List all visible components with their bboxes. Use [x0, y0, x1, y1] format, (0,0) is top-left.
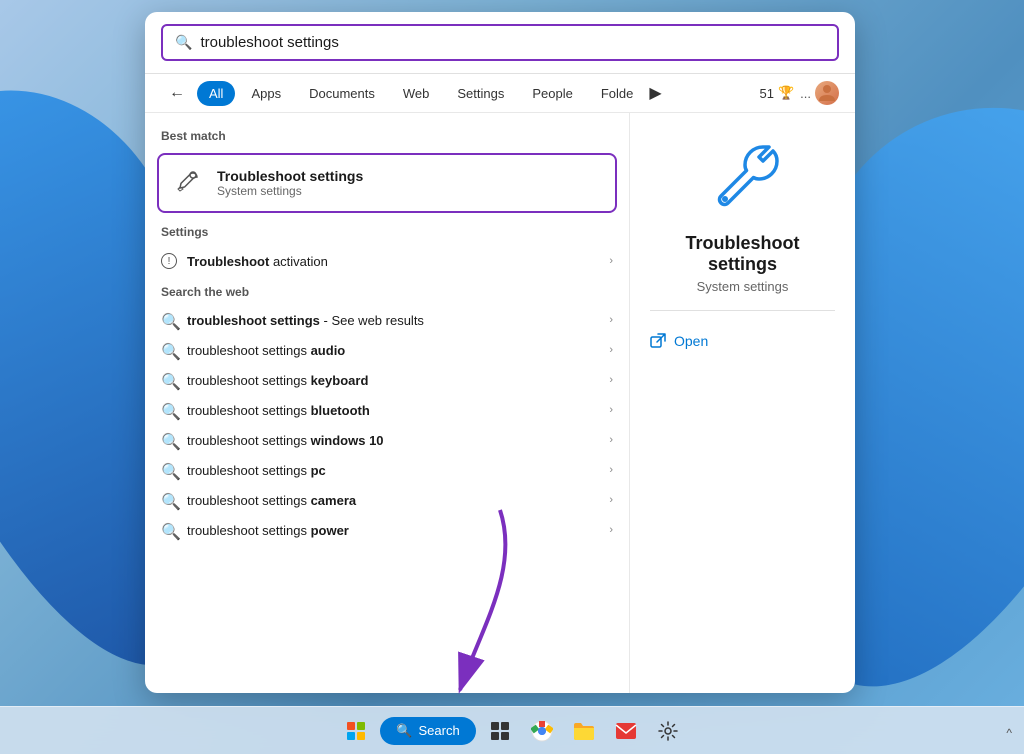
web-text-5: troubleshoot settings pc — [187, 463, 599, 478]
web-chevron-1: › — [609, 344, 613, 356]
web-chevron-2: › — [609, 374, 613, 386]
tab-score: 51 🏆 — [760, 85, 795, 101]
best-match-title: Troubleshoot settings — [217, 168, 363, 184]
web-chevron-4: › — [609, 434, 613, 446]
score-icon: 🏆 — [778, 85, 794, 101]
taskbar-file-explorer[interactable] — [566, 713, 602, 749]
web-item-7[interactable]: 🔍 troubleshoot settings power › — [145, 515, 629, 545]
score-value: 51 — [760, 86, 774, 101]
win-logo-green — [357, 722, 365, 730]
user-avatar[interactable] — [815, 81, 839, 105]
search-web-icon-0: 🔍 — [161, 312, 177, 328]
search-content: Best match Troubleshoot settings System … — [145, 113, 855, 693]
best-match-icon — [171, 165, 207, 201]
best-match-text: Troubleshoot settings System settings — [217, 168, 363, 198]
windows-start-button[interactable] — [338, 713, 374, 749]
settings-label: Settings — [145, 221, 629, 245]
search-web-icon-2: 🔍 — [161, 372, 177, 388]
taskbar-search-label: Search — [418, 723, 459, 738]
search-web-icon-7: 🔍 — [161, 522, 177, 538]
tab-documents[interactable]: Documents — [297, 81, 387, 106]
search-input-container: 🔍 troubleshoot settings — [145, 12, 855, 74]
taskbar-search-button[interactable]: 🔍 Search — [380, 717, 475, 745]
web-text-0: troubleshoot settings - See web results — [187, 313, 599, 328]
search-input-box: 🔍 troubleshoot settings — [161, 24, 839, 61]
search-icon: 🔍 — [175, 34, 192, 51]
web-item-6[interactable]: 🔍 troubleshoot settings camera › — [145, 485, 629, 515]
tab-web[interactable]: Web — [391, 81, 442, 106]
taskbar-mail[interactable] — [608, 713, 644, 749]
best-match-label: Best match — [145, 125, 629, 149]
tab-apps[interactable]: Apps — [239, 81, 293, 106]
web-item-0[interactable]: 🔍 troubleshoot settings - See web result… — [145, 305, 629, 335]
web-chevron-5: › — [609, 464, 613, 476]
taskbar: 🔍 Search — [0, 706, 1024, 754]
web-item-2[interactable]: 🔍 troubleshoot settings keyboard › — [145, 365, 629, 395]
web-chevron-0: › — [609, 314, 613, 326]
search-web-icon-3: 🔍 — [161, 402, 177, 418]
back-button[interactable]: ← — [161, 80, 193, 106]
web-chevron-3: › — [609, 404, 613, 416]
best-match-subtitle: System settings — [217, 184, 363, 198]
web-text-6: troubleshoot settings camera — [187, 493, 599, 508]
taskbar-chevron[interactable]: ^ — [1006, 726, 1012, 740]
right-panel-title: Troubleshoot settings — [650, 233, 835, 275]
web-label: Search the web — [145, 281, 629, 305]
search-web-icon-1: 🔍 — [161, 342, 177, 358]
tab-people[interactable]: People — [520, 81, 584, 106]
taskbar-search-icon: 🔍 — [396, 723, 412, 739]
right-panel-subtitle: System settings — [697, 279, 789, 294]
settings-section: Settings ! Troubleshoot activation › — [145, 221, 629, 277]
wrench-icon — [703, 137, 783, 217]
win-logo-blue — [347, 732, 355, 740]
taskbar-settings[interactable] — [650, 713, 686, 749]
web-text-3: troubleshoot settings bluetooth — [187, 403, 599, 418]
tab-folders[interactable]: Folde — [589, 81, 646, 106]
left-panel: Best match Troubleshoot settings System … — [145, 113, 630, 693]
activation-chevron: › — [609, 255, 613, 267]
filter-tabs: ← All Apps Documents Web Settings People… — [145, 74, 855, 113]
web-chevron-6: › — [609, 494, 613, 506]
search-web-icon-4: 🔍 — [161, 432, 177, 448]
web-chevron-7: › — [609, 524, 613, 536]
more-button[interactable]: ... — [800, 86, 811, 101]
best-match-section: Best match Troubleshoot settings System … — [145, 125, 629, 213]
open-label: Open — [674, 333, 708, 349]
activation-text: Troubleshoot activation — [187, 254, 599, 269]
win-logo-yellow — [357, 732, 365, 740]
web-item-5[interactable]: 🔍 troubleshoot settings pc › — [145, 455, 629, 485]
right-panel: Troubleshoot settings System settings Op… — [630, 113, 855, 693]
web-text-4: troubleshoot settings windows 10 — [187, 433, 599, 448]
activation-icon: ! — [161, 253, 177, 269]
taskbar-task-view[interactable] — [482, 713, 518, 749]
search-panel: 🔍 troubleshoot settings ← All Apps Docum… — [145, 12, 855, 693]
settings-item-activation[interactable]: ! Troubleshoot activation › — [145, 245, 629, 277]
tab-play-icon[interactable]: ▶ — [649, 83, 661, 103]
best-match-item[interactable]: Troubleshoot settings System settings — [157, 153, 617, 213]
tab-all[interactable]: All — [197, 81, 235, 106]
web-item-1[interactable]: 🔍 troubleshoot settings audio › — [145, 335, 629, 365]
right-panel-divider — [650, 310, 835, 311]
open-external-icon — [650, 333, 666, 349]
web-section: Search the web 🔍 troubleshoot settings -… — [145, 281, 629, 545]
right-panel-icon — [703, 137, 783, 217]
web-text-2: troubleshoot settings keyboard — [187, 373, 599, 388]
search-input[interactable]: troubleshoot settings — [200, 34, 825, 51]
web-item-3[interactable]: 🔍 troubleshoot settings bluetooth › — [145, 395, 629, 425]
win-logo-red — [347, 722, 355, 730]
web-text-1: troubleshoot settings audio — [187, 343, 599, 358]
web-item-4[interactable]: 🔍 troubleshoot settings windows 10 › — [145, 425, 629, 455]
tab-settings[interactable]: Settings — [445, 81, 516, 106]
search-web-icon-5: 🔍 — [161, 462, 177, 478]
windows-logo — [347, 722, 365, 740]
search-web-icon-6: 🔍 — [161, 492, 177, 508]
taskbar-chrome[interactable] — [524, 713, 560, 749]
open-action[interactable]: Open — [650, 327, 708, 355]
web-text-7: troubleshoot settings power — [187, 523, 599, 538]
circle-i-icon: ! — [161, 253, 177, 269]
avatar-icon — [815, 81, 839, 105]
